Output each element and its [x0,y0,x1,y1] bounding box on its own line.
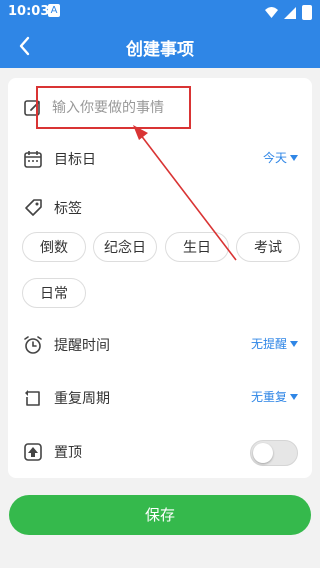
chevron-down-icon [290,340,298,347]
battery-icon [302,5,312,20]
pin-toggle[interactable] [250,440,298,466]
repeat-icon [25,390,40,406]
toggle-knob [253,443,273,463]
pin-top-icon [24,443,42,461]
repeat-value: 无重复 [250,390,287,404]
tag-icon [25,199,42,216]
tag-chip[interactable]: 倒数 [22,232,86,262]
calendar-icon [24,151,42,168]
reminder-label: 提醒时间 [54,338,110,354]
status-icons [265,5,312,20]
tags-row: 标签 [8,184,312,232]
status-time: 10:03 [8,4,50,19]
tag-chip[interactable]: 日常 [22,278,86,308]
target-day-row[interactable]: 目标日 今天 [8,135,312,183]
app-bar: 创建事项 [0,24,320,68]
target-day-label: 目标日 [54,152,96,168]
reminder-value: 无提醒 [250,337,287,351]
page-title: 创建事项 [126,40,194,60]
tags-label: 标签 [54,201,82,217]
wifi-icon [265,7,278,18]
reminder-select[interactable]: 无提醒 [251,335,298,352]
chevron-down-icon [290,393,298,400]
notification-a-icon: A [48,4,60,17]
reminder-row[interactable]: 提醒时间 无提醒 [8,321,312,369]
pin-row: 置顶 [8,428,312,476]
tag-chip[interactable]: 考试 [236,232,300,262]
save-button[interactable]: 保存 [9,495,311,535]
repeat-select[interactable]: 无重复 [251,388,298,405]
tag-chip[interactable]: 纪念日 [93,232,157,262]
chevron-down-icon [290,154,298,161]
pin-label: 置顶 [54,445,82,461]
target-day-value: 今天 [262,151,287,165]
target-day-select[interactable]: 今天 [263,149,298,166]
repeat-row[interactable]: 重复周期 无重复 [8,374,312,422]
repeat-label: 重复周期 [54,391,110,407]
cellular-icon [284,6,296,19]
form-card: 目标日 今天 标签 倒数 纪念日 生日 考试 日常 提醒时间 无提醒 [8,78,312,478]
status-bar: 10:03 A [0,0,320,24]
tag-chip[interactable]: 生日 [165,232,229,262]
annotation-highlight-box [36,86,191,129]
alarm-clock-icon [24,336,42,354]
